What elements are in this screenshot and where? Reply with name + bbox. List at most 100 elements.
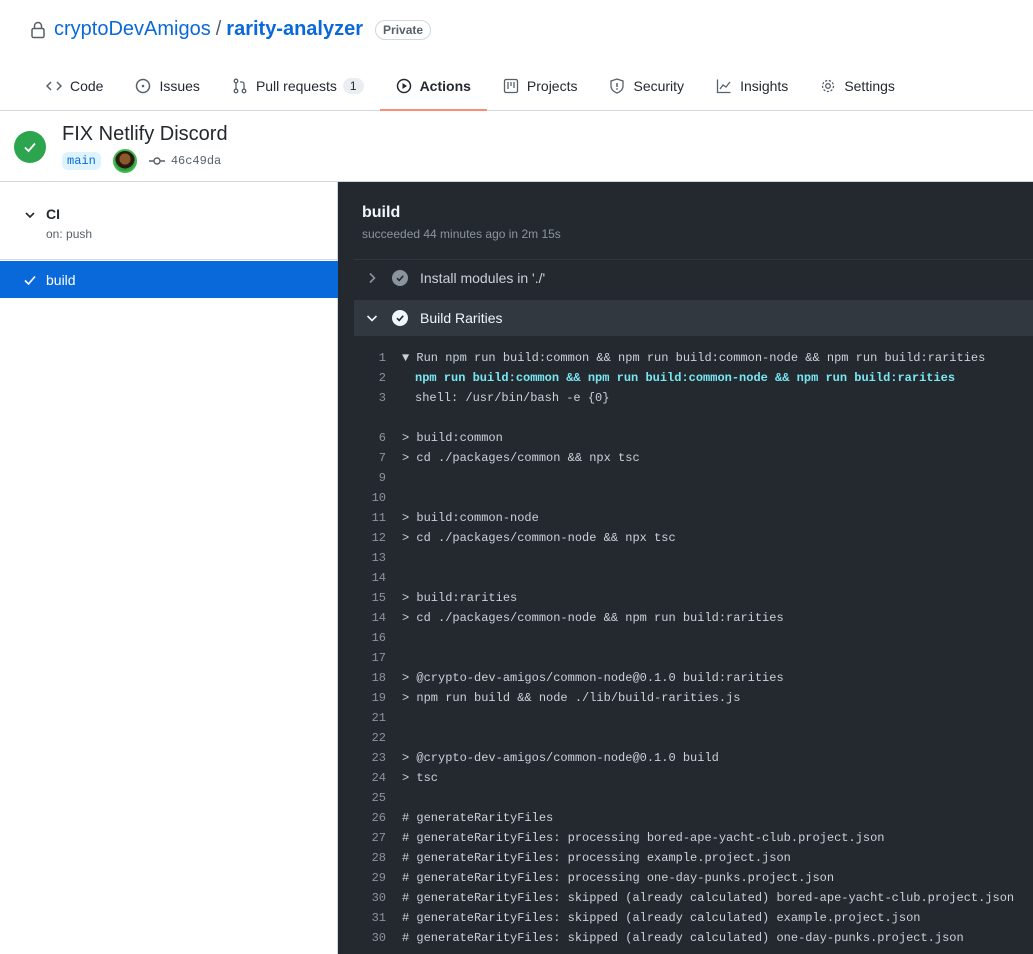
log-line: 25 bbox=[338, 788, 1033, 808]
log-line: 24 > tsc bbox=[338, 768, 1033, 788]
check-icon bbox=[24, 275, 36, 285]
log-line: 30 # generateRarityFiles: skipped (alread… bbox=[338, 888, 1033, 908]
tab-label: Projects bbox=[526, 78, 578, 94]
job-item-build[interactable]: build bbox=[0, 261, 338, 298]
tab-projects[interactable]: Projects bbox=[487, 66, 594, 106]
line-number[interactable]: 2 bbox=[338, 371, 402, 385]
step-install-modules[interactable]: Install modules in './' bbox=[354, 260, 1033, 296]
log-line: 13 bbox=[338, 548, 1033, 568]
shield-icon bbox=[610, 78, 625, 94]
pull-request-count: 1 bbox=[342, 78, 364, 94]
avatar[interactable] bbox=[112, 149, 137, 173]
line-number[interactable]: 3 bbox=[338, 391, 402, 405]
log-line: 30 # generateRarityFiles: skipped (alread… bbox=[338, 928, 1033, 948]
line-text: > cd ./packages/common && npx tsc bbox=[402, 451, 640, 465]
line-number[interactable]: 31 bbox=[338, 911, 402, 925]
line-text: # generateRarityFiles: processing one-da… bbox=[402, 871, 835, 885]
tab-label: Settings bbox=[844, 78, 895, 94]
repo-header: cryptoDevAmigos / rarity-analyzer Privat… bbox=[0, 0, 1033, 111]
line-text: # generateRarityFiles: processing exampl… bbox=[402, 851, 791, 865]
chevron-down-icon[interactable] bbox=[364, 310, 380, 326]
repo-name-link[interactable]: rarity-analyzer bbox=[226, 18, 363, 41]
line-number[interactable]: 12 bbox=[338, 531, 402, 545]
line-number[interactable]: 11 bbox=[338, 511, 402, 525]
line-number[interactable]: 30 bbox=[338, 891, 402, 905]
line-number[interactable]: 9 bbox=[338, 471, 402, 485]
line-number[interactable]: 27 bbox=[338, 831, 402, 845]
step-name: Install modules in './' bbox=[420, 270, 546, 286]
workflow-name: CI bbox=[46, 206, 60, 222]
repo-separator: / bbox=[215, 18, 222, 40]
tab-pull-requests[interactable]: Pull requests 1 bbox=[216, 66, 380, 106]
line-number[interactable]: 1 bbox=[338, 351, 402, 365]
branch-badge[interactable]: main bbox=[62, 152, 101, 170]
line-number[interactable]: 14 bbox=[338, 611, 402, 625]
log-line: 22 bbox=[338, 728, 1033, 748]
line-number[interactable]: 29 bbox=[338, 871, 402, 885]
repo-owner-link[interactable]: cryptoDevAmigos bbox=[54, 18, 211, 41]
line-text: > npm run build && node ./lib/build-rari… bbox=[402, 691, 741, 705]
tab-label: Issues bbox=[159, 78, 200, 94]
workflow-item[interactable]: CI on: push bbox=[0, 182, 338, 260]
workflow-sidebar: CI on: push build bbox=[0, 182, 338, 954]
line-number[interactable]: 30 bbox=[338, 931, 402, 945]
log-line: 17 bbox=[338, 648, 1033, 668]
job-summary: succeeded 44 minutes ago in 2m 15s bbox=[362, 227, 561, 241]
tab-settings[interactable]: Settings bbox=[804, 66, 911, 106]
check-icon bbox=[396, 275, 404, 282]
chevron-right-icon[interactable] bbox=[364, 270, 380, 286]
run-title: FIX Netlify Discord bbox=[62, 123, 228, 145]
tab-label: Insights bbox=[740, 78, 789, 94]
line-number[interactable]: 13 bbox=[338, 551, 402, 565]
line-number[interactable]: 24 bbox=[338, 771, 402, 785]
line-number[interactable]: 22 bbox=[338, 731, 402, 745]
tab-code[interactable]: Code bbox=[30, 66, 119, 106]
line-number[interactable]: 18 bbox=[338, 671, 402, 685]
log-line: 21 bbox=[338, 708, 1033, 728]
line-number[interactable]: 10 bbox=[338, 491, 402, 505]
check-icon bbox=[24, 142, 36, 153]
line-number[interactable]: 21 bbox=[338, 711, 402, 725]
log-line: 14 > cd ./packages/common-node && npm run… bbox=[338, 608, 1033, 628]
line-number[interactable]: 6 bbox=[338, 431, 402, 445]
repo-title: cryptoDevAmigos / rarity-analyzer Privat… bbox=[30, 18, 432, 41]
step-success-icon bbox=[392, 270, 408, 286]
line-text: > @crypto-dev-amigos/common-node@0.1.0 b… bbox=[402, 751, 719, 765]
log-line: 3 shell: /usr/bin/bash -e {0} bbox=[338, 388, 1033, 408]
line-number[interactable]: 17 bbox=[338, 651, 402, 665]
line-number[interactable]: 26 bbox=[338, 811, 402, 825]
log-line: 28 # generateRarityFiles: processing exam… bbox=[338, 848, 1033, 868]
log-line: 31 # generateRarityFiles: skipped (alread… bbox=[338, 908, 1033, 928]
tab-insights[interactable]: Insights bbox=[700, 66, 804, 106]
line-number[interactable]: 16 bbox=[338, 631, 402, 645]
line-text: > build:common bbox=[402, 431, 503, 445]
line-number[interactable]: 28 bbox=[338, 851, 402, 865]
log-line: 26 # generateRarityFiles bbox=[338, 808, 1033, 828]
visibility-badge: Private bbox=[375, 19, 432, 40]
chevron-down-icon[interactable] bbox=[24, 209, 36, 221]
tab-issues[interactable]: Issues bbox=[119, 66, 215, 106]
line-number[interactable]: 15 bbox=[338, 591, 402, 605]
line-number[interactable]: 7 bbox=[338, 451, 402, 465]
tab-actions[interactable]: Actions bbox=[379, 66, 488, 111]
tab-security[interactable]: Security bbox=[593, 66, 700, 106]
commit-sha-link[interactable]: 46c49da bbox=[171, 154, 221, 168]
step-build-rarities[interactable]: Build Rarities bbox=[354, 300, 1033, 336]
log-line: 18 > @crypto-dev-amigos/common-node@0.1.0… bbox=[338, 668, 1033, 688]
line-text: > tsc bbox=[402, 771, 439, 785]
step-name: Build Rarities bbox=[420, 310, 503, 326]
log-line: 29 # generateRarityFiles: processing one-… bbox=[338, 868, 1033, 888]
tab-label: Code bbox=[70, 78, 104, 94]
line-text: > @crypto-dev-amigos/common-node@0.1.0 b… bbox=[402, 671, 784, 685]
line-number[interactable]: 25 bbox=[338, 791, 402, 805]
tab-label: Pull requests bbox=[255, 78, 337, 94]
line-number[interactable]: 23 bbox=[338, 751, 402, 765]
run-meta: main 46c49da bbox=[62, 149, 221, 173]
line-text: # generateRarityFiles: skipped (already … bbox=[402, 931, 964, 945]
line-number[interactable]: 19 bbox=[338, 691, 402, 705]
line-number[interactable]: 14 bbox=[338, 571, 402, 585]
line-text: > build:rarities bbox=[402, 591, 518, 605]
log-line: 23 > @crypto-dev-amigos/common-node@0.1.0… bbox=[338, 748, 1033, 768]
line-text: shell: /usr/bin/bash -e {0} bbox=[415, 391, 610, 405]
